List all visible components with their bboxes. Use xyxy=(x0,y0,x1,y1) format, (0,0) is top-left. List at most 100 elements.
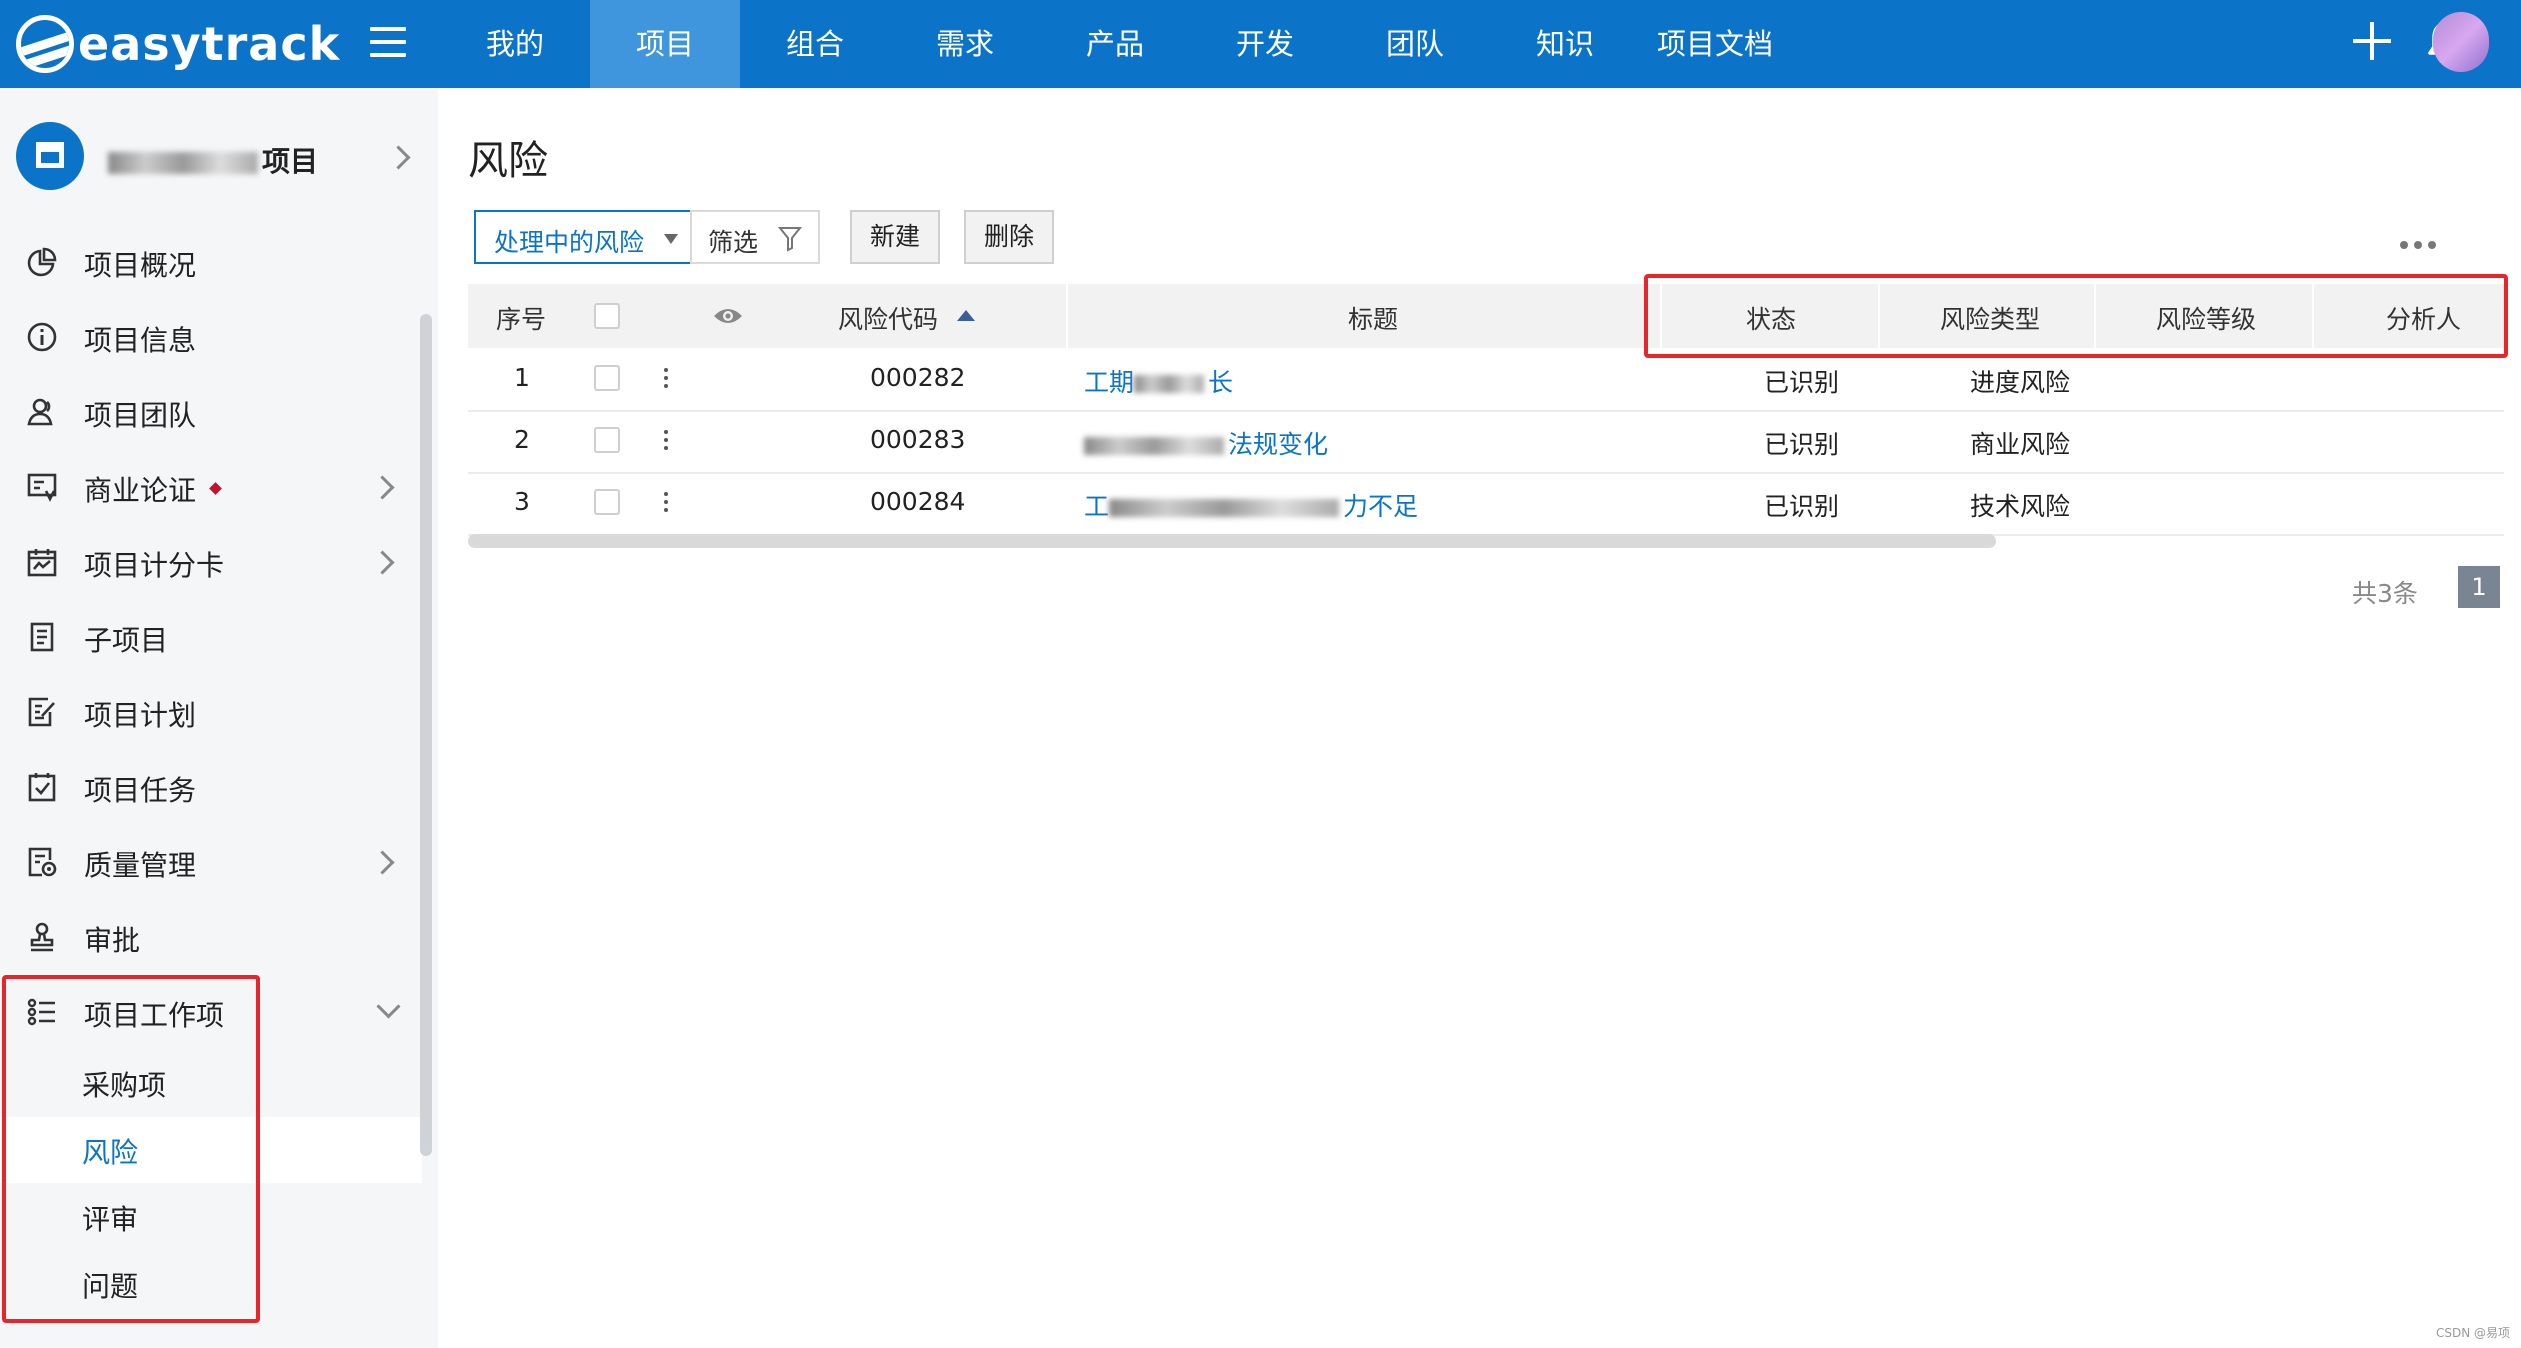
nav-product[interactable]: 产品 xyxy=(1040,0,1190,88)
sidebar-item-label: 项目计分卡 xyxy=(84,549,225,582)
sidebar-item-approval[interactable]: 审批 xyxy=(0,907,438,967)
sidebar-scrollbar[interactable] xyxy=(420,314,432,1156)
sidebar-item-label: 审批 xyxy=(84,924,141,957)
sidebar-item-quality[interactable]: 质量管理 xyxy=(0,832,438,892)
nav-development[interactable]: 开发 xyxy=(1190,0,1340,88)
delete-button[interactable]: 删除 xyxy=(964,210,1054,264)
table-horizontal-scrollbar[interactable] xyxy=(468,534,1996,548)
nav-portfolio[interactable]: 组合 xyxy=(740,0,890,88)
plus-icon[interactable] xyxy=(2353,22,2391,60)
row-title-link[interactable]: 工期长 xyxy=(1084,363,1233,399)
filter-label: 筛选 xyxy=(708,228,759,257)
nav-team[interactable]: 团队 xyxy=(1340,0,1490,88)
sidebar-item-label: 项目信息 xyxy=(84,324,197,357)
row-index: 1 xyxy=(514,363,530,392)
row-status: 已识别 xyxy=(1764,492,1840,521)
watermark: CSDN @易项 xyxy=(2436,1326,2511,1340)
row-checkbox[interactable] xyxy=(594,365,620,391)
task-icon xyxy=(28,773,56,802)
nav-knowledge[interactable]: 知识 xyxy=(1490,0,1640,88)
row-status: 已识别 xyxy=(1764,368,1840,397)
sidebar-item-business-case[interactable]: 商业论证 xyxy=(0,457,438,517)
row-actions-icon[interactable] xyxy=(664,430,668,454)
row-checkbox[interactable] xyxy=(594,489,620,515)
sidebar-item-label: 项目计划 xyxy=(84,699,197,732)
nav-my[interactable]: 我的 xyxy=(465,0,565,88)
row-risk-type: 进度风险 xyxy=(1970,368,2071,397)
top-navigation-bar: easytrack 我的 项目 组合 需求 产品 开发 团队 知识 项目文档 xyxy=(0,0,2521,88)
row-checkbox[interactable] xyxy=(594,427,620,453)
notification-badge xyxy=(209,482,222,495)
row-actions-icon[interactable] xyxy=(664,368,668,392)
scorecard-icon xyxy=(27,549,57,577)
sidebar-item-tasks[interactable]: 项目任务 xyxy=(0,757,438,817)
view-select[interactable]: 处理中的风险 xyxy=(474,210,692,264)
row-title-link[interactable]: 法规变化 xyxy=(1084,425,1328,461)
stamp-icon xyxy=(30,922,54,952)
eye-icon[interactable] xyxy=(712,306,744,326)
main-nav: 我的 项目 组合 需求 产品 开发 团队 知识 项目文档 xyxy=(465,0,1790,88)
select-all-checkbox[interactable] xyxy=(594,303,620,329)
pie-chart-icon xyxy=(27,247,57,277)
header-title[interactable]: 标题 xyxy=(1348,300,1398,336)
sidebar-item-label: 项目任务 xyxy=(84,774,197,807)
logo-text: easytrack xyxy=(78,17,341,71)
header-code[interactable]: 风险代码 xyxy=(838,300,938,336)
row-code: 000282 xyxy=(870,363,966,392)
main-content: 风险 处理中的风险 筛选 新建 删除 序号 风险代码 标题 状态 风险类型 风险… xyxy=(438,88,2521,1348)
chevron-right-icon xyxy=(370,550,395,575)
new-button[interactable]: 新建 xyxy=(850,210,940,264)
row-code: 000284 xyxy=(870,487,966,516)
sidebar-item-plan[interactable]: 项目计划 xyxy=(0,682,438,742)
row-index: 3 xyxy=(514,487,530,516)
table-row[interactable]: 2 000283 法规变化 已识别 商业风险 xyxy=(468,410,2504,474)
chevron-right-icon xyxy=(370,475,395,500)
sidebar-item-subproject[interactable]: 子项目 xyxy=(0,607,438,667)
sidebar-item-label: 子项目 xyxy=(84,624,169,657)
page-button-current[interactable]: 1 xyxy=(2458,566,2500,608)
row-code: 000283 xyxy=(870,425,966,454)
nav-project[interactable]: 项目 xyxy=(590,0,740,88)
hamburger-menu-icon[interactable] xyxy=(370,27,406,61)
caret-down-icon xyxy=(664,234,678,244)
redacted-text xyxy=(1109,499,1340,517)
more-options-icon[interactable] xyxy=(2400,234,2442,253)
subproject-icon xyxy=(30,622,54,652)
header-index: 序号 xyxy=(496,305,547,334)
sidebar: 项目 项目概况 项目信息 项目团队 商业论证 项目计分卡 子项目 项目计划 项目… xyxy=(0,88,438,1348)
view-select-value: 处理中的风险 xyxy=(494,228,645,257)
redacted-text xyxy=(1134,375,1205,393)
chevron-down-icon xyxy=(376,994,401,1019)
plan-icon xyxy=(28,697,55,727)
row-actions-icon[interactable] xyxy=(664,492,668,516)
table-row[interactable]: 3 000284 工力不足 已识别 技术风险 xyxy=(468,472,2504,536)
total-count: 共3条 xyxy=(2352,579,2418,608)
filter-icon xyxy=(778,227,802,252)
easytrack-logo[interactable]: easytrack xyxy=(16,12,340,76)
easytrack-logo-icon xyxy=(16,15,74,73)
sidebar-item-scorecard[interactable]: 项目计分卡 xyxy=(0,532,438,592)
sidebar-item-label: 项目团队 xyxy=(84,399,197,432)
project-name: 项目 xyxy=(108,140,318,180)
info-icon xyxy=(27,322,57,352)
sort-ascending-icon[interactable] xyxy=(957,310,975,321)
sidebar-item-team[interactable]: 项目团队 xyxy=(0,382,438,442)
sidebar-item-overview[interactable]: 项目概况 xyxy=(0,232,438,292)
nav-requirements[interactable]: 需求 xyxy=(890,0,1040,88)
project-logo-icon xyxy=(16,122,84,190)
nav-project-docs[interactable]: 项目文档 xyxy=(1640,0,1790,88)
redacted-text xyxy=(1084,437,1224,455)
redacted-text xyxy=(108,152,258,174)
filter-button[interactable]: 筛选 xyxy=(690,210,820,264)
highlight-box-columns xyxy=(1644,274,2508,358)
user-avatar[interactable] xyxy=(2433,12,2489,72)
project-switcher[interactable]: 项目 xyxy=(16,122,416,192)
chevron-right-icon xyxy=(370,850,395,875)
page-title: 风险 xyxy=(468,138,548,184)
sidebar-item-info[interactable]: 项目信息 xyxy=(0,307,438,367)
sidebar-item-label: 商业论证 xyxy=(84,474,197,507)
chevron-right-icon xyxy=(386,145,411,170)
sidebar-item-label: 质量管理 xyxy=(84,849,197,882)
row-title-link[interactable]: 工力不足 xyxy=(1084,487,1418,523)
sidebar-item-label: 项目概况 xyxy=(84,249,197,282)
